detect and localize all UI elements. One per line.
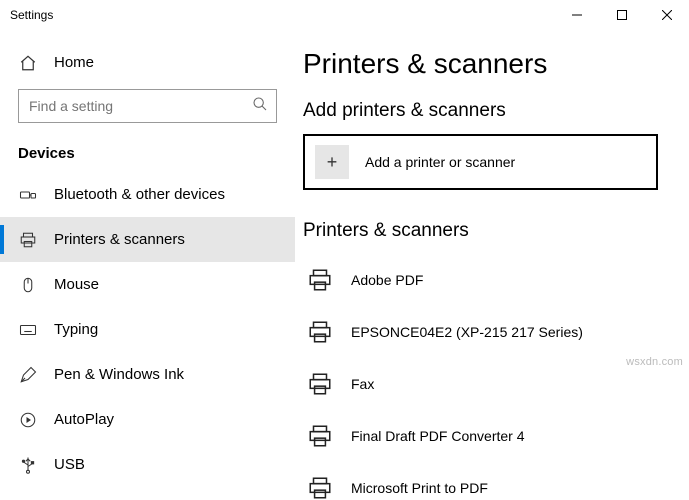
search-icon xyxy=(252,96,268,117)
add-printer-label: Add a printer or scanner xyxy=(365,154,515,170)
sidebar-item-printer[interactable]: Printers & scanners xyxy=(0,217,295,262)
search-box[interactable] xyxy=(18,89,277,123)
printer-label: Microsoft Print to PDF xyxy=(351,480,488,496)
sidebar-item-label: Mouse xyxy=(54,276,99,293)
sidebar-item-label: USB xyxy=(54,456,85,473)
page-title: Printers & scanners xyxy=(303,48,659,80)
sidebar-item-label: Bluetooth & other devices xyxy=(54,186,225,203)
sidebar-item-label: AutoPlay xyxy=(54,411,114,428)
mouse-icon xyxy=(18,275,38,295)
home-nav[interactable]: Home xyxy=(0,40,295,85)
add-section-header: Add printers & scanners xyxy=(303,100,659,122)
printer-label: Adobe PDF xyxy=(351,272,423,288)
printer-label: Final Draft PDF Converter 4 xyxy=(351,428,525,444)
minimize-button[interactable] xyxy=(554,0,599,30)
printer-item[interactable]: Microsoft Print to PDF xyxy=(303,462,659,500)
printer-item[interactable]: Fax xyxy=(303,358,659,410)
search-input[interactable] xyxy=(27,97,252,115)
home-label: Home xyxy=(54,54,94,71)
printer-icon xyxy=(303,371,337,397)
sidebar-item-usb[interactable]: USB xyxy=(0,442,295,487)
maximize-button[interactable] xyxy=(599,0,644,30)
category-header: Devices xyxy=(0,133,295,172)
sidebar-item-pen[interactable]: Pen & Windows Ink xyxy=(0,352,295,397)
watermark: wsxdn.com xyxy=(626,356,683,368)
sidebar-item-mouse[interactable]: Mouse xyxy=(0,262,295,307)
sidebar-item-label: Printers & scanners xyxy=(54,231,185,248)
printer-icon xyxy=(18,230,38,250)
titlebar: Settings xyxy=(0,0,689,30)
printer-icon xyxy=(303,319,337,345)
printer-item[interactable]: EPSONCE04E2 (XP-215 217 Series) xyxy=(303,306,659,358)
bluetooth-icon xyxy=(18,185,38,205)
sidebar-item-label: Pen & Windows Ink xyxy=(54,366,184,383)
home-icon xyxy=(18,53,38,73)
pen-icon xyxy=(18,365,38,385)
close-button[interactable] xyxy=(644,0,689,30)
window-title: Settings xyxy=(10,8,53,22)
autoplay-icon xyxy=(18,410,38,430)
sidebar-item-label: Typing xyxy=(54,321,98,338)
printer-item[interactable]: Adobe PDF xyxy=(303,254,659,306)
printer-icon xyxy=(303,423,337,449)
sidebar-item-bluetooth[interactable]: Bluetooth & other devices xyxy=(0,172,295,217)
printer-label: Fax xyxy=(351,376,374,392)
main-panel: Printers & scanners Add printers & scann… xyxy=(295,30,689,500)
printer-label: EPSONCE04E2 (XP-215 217 Series) xyxy=(351,324,583,340)
printer-item[interactable]: Final Draft PDF Converter 4 xyxy=(303,410,659,462)
add-printer-button[interactable]: + Add a printer or scanner xyxy=(303,134,658,190)
keyboard-icon xyxy=(18,320,38,340)
sidebar-item-keyboard[interactable]: Typing xyxy=(0,307,295,352)
plus-icon: + xyxy=(315,145,349,179)
printer-icon xyxy=(303,267,337,293)
printer-icon xyxy=(303,475,337,500)
usb-icon xyxy=(18,455,38,475)
sidebar-item-autoplay[interactable]: AutoPlay xyxy=(0,397,295,442)
printers-section-header: Printers & scanners xyxy=(303,220,659,242)
sidebar: Home Devices Bluetooth & other devices Pr… xyxy=(0,30,295,500)
